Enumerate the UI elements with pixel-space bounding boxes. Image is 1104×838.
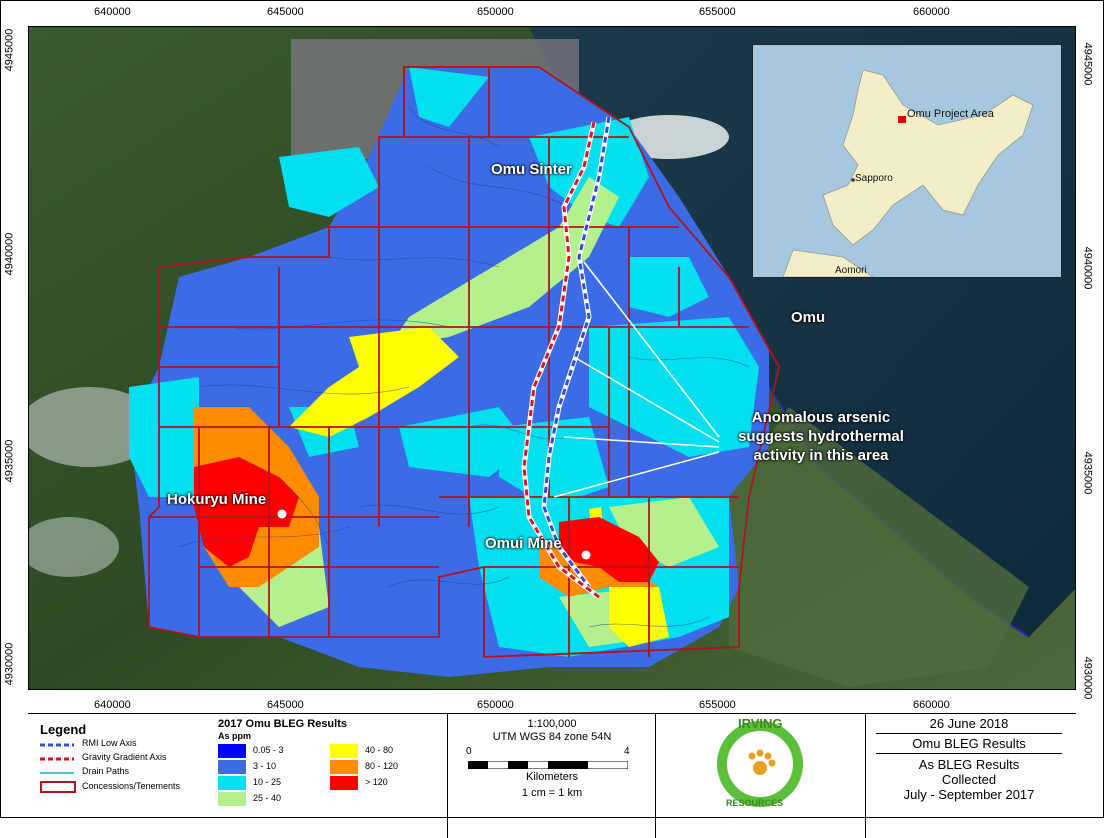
inset-graphic <box>782 69 1034 277</box>
info-subtitle-line-3: July - September 2017 <box>903 787 1035 802</box>
class-gt-120: > 120 <box>365 777 388 787</box>
info-date: 26 June 2018 <box>876 714 1062 734</box>
label-omu: Omu <box>791 309 826 326</box>
class-80-120: 80 - 120 <box>365 761 399 771</box>
info-subtitle: As BLEG Results Collected July - Septemb… <box>876 754 1062 816</box>
scale-ratio: 1:100,000 <box>527 718 577 730</box>
results-unit: As ppm <box>218 731 252 741</box>
scale-projection: UTM WGS 84 zone 54N <box>492 731 612 743</box>
label-hokuryu-mine: Hokuryu Mine <box>167 491 267 508</box>
map-info-panel: Legend RMI Low Axis Gravity Gradient Axi… <box>28 713 1076 838</box>
legend-cell: Legend RMI Low Axis Gravity Gradient Axi… <box>28 714 448 838</box>
hokkaido-shape <box>822 69 1034 246</box>
class-40-80: 40 - 80 <box>365 745 394 755</box>
info-subtitle-line-2: Collected <box>941 772 997 787</box>
scale-equivalence: 1 cm = 1 km <box>521 787 583 799</box>
grid-label-right-4940000: 4940000 <box>1081 246 1094 290</box>
legend-item-tenement: Concessions/Tenements <box>82 781 181 791</box>
irving-logo <box>717 721 803 807</box>
annotation-text: Anomalous arsenic suggests hydrothermal … <box>712 408 930 465</box>
swatch-25-40 <box>218 792 246 806</box>
legend-item-rmi: RMI Low Axis <box>82 738 137 748</box>
grid-label-top-640000: 640000 <box>94 6 131 18</box>
info-title: Omu BLEG Results <box>876 734 1062 754</box>
scale-cell: 1:100,000 UTM WGS 84 zone 54N 0 4 Kilome… <box>448 714 656 838</box>
grid-label-top-645000: 645000 <box>267 6 304 18</box>
swatch-40-80 <box>330 744 358 758</box>
annotation-line-1: Anomalous arsenic <box>751 409 891 426</box>
grid-label-right-4945000: 4945000 <box>1081 42 1094 86</box>
logo-text-top: IRVING <box>738 716 783 731</box>
grid-label-top-650000: 650000 <box>477 6 514 18</box>
grid-label-bottom-655000: 655000 <box>699 699 736 711</box>
swatch-gt-120 <box>330 776 358 790</box>
legend-title: Legend <box>40 722 87 737</box>
info-cell: 26 June 2018 Omu BLEG Results As BLEG Re… <box>866 714 1076 838</box>
grid-label-bottom-645000: 645000 <box>267 699 304 711</box>
grid-label-top-655000: 655000 <box>699 6 736 18</box>
swatch-10-25 <box>218 776 246 790</box>
grid-label-top-660000: 660000 <box>913 6 950 18</box>
grid-label-left-4945000: 4945000 <box>3 28 16 72</box>
annotation-line-3: activity in this area <box>753 447 889 464</box>
legend-rmi-symbol <box>40 743 74 747</box>
info-subtitle-line-1: As BLEG Results <box>918 757 1020 772</box>
class-10-25: 10 - 25 <box>253 777 282 787</box>
class-25-40: 25 - 40 <box>253 793 282 803</box>
inset-label-sapporo: Sapporo <box>855 173 893 184</box>
inset-map: Omu Project Area Sapporo Aomori <box>752 44 1062 278</box>
logo-cell: IRVING RESOURCES <box>656 714 866 838</box>
scale-bar <box>468 761 628 769</box>
scale-units: Kilometers <box>526 771 578 783</box>
hokuryu-mine-point <box>277 509 287 519</box>
legend-item-gravity: Gravity Gradient Axis <box>82 752 167 762</box>
annotation-line-2: suggests hydrothermal <box>738 428 904 445</box>
swatch-80-120 <box>330 760 358 774</box>
grid-label-left-4930000: 4930000 <box>3 642 16 686</box>
swatch-0-05-3 <box>218 744 246 758</box>
class-0-05-3: 0.05 - 3 <box>253 745 284 755</box>
grid-label-right-4930000: 4930000 <box>1081 656 1094 700</box>
label-omui-mine: Omui Mine <box>485 535 562 552</box>
swatch-3-10 <box>218 760 246 774</box>
class-3-10: 3 - 10 <box>253 761 277 771</box>
inset-label-aomori: Aomori <box>835 265 867 276</box>
legend-drain-symbol <box>40 772 74 774</box>
logo-text-bottom: RESOURCES <box>726 798 784 808</box>
label-omu-sinter: Omu Sinter <box>491 161 572 178</box>
grid-label-left-4940000: 4940000 <box>3 232 16 276</box>
legend-gravity-symbol <box>40 757 74 761</box>
legend-tenement-symbol <box>40 781 76 793</box>
legend-item-drain: Drain Paths <box>82 766 130 776</box>
scale-tick-end: 4 <box>624 746 630 757</box>
scale-tick-start: 0 <box>466 746 472 757</box>
omui-mine-point <box>581 550 591 560</box>
inset-label-project-area: Omu Project Area <box>907 108 994 120</box>
grid-label-left-4935000: 4935000 <box>3 439 16 483</box>
grid-label-bottom-650000: 650000 <box>477 699 514 711</box>
project-area-marker <box>898 116 906 123</box>
results-title: 2017 Omu BLEG Results <box>218 718 347 730</box>
grid-label-right-4935000: 4935000 <box>1081 451 1094 495</box>
grid-label-bottom-660000: 660000 <box>913 699 950 711</box>
grid-label-bottom-640000: 640000 <box>94 699 131 711</box>
